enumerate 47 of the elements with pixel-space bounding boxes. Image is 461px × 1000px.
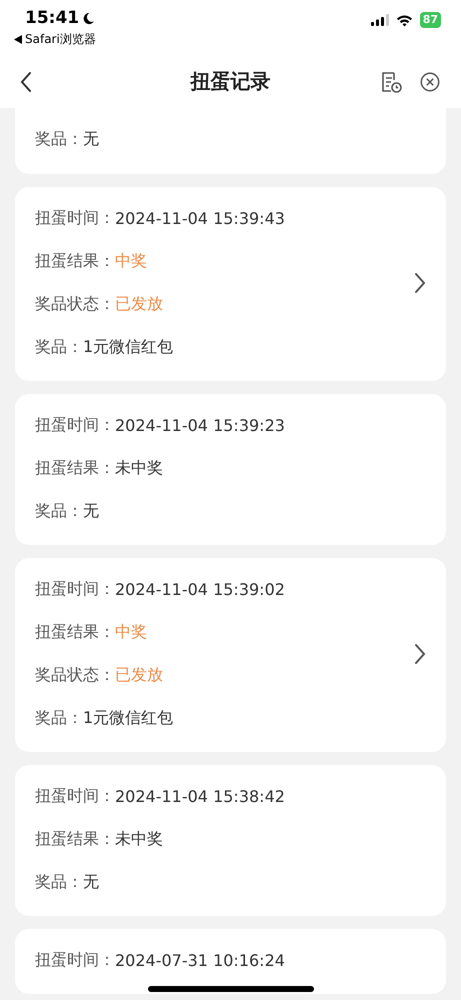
record-card[interactable]: 扭蛋时间：2024-11-04 15:39:02 扭蛋结果：中奖 奖品状态：已发放 奖品：1元微信红包 [15,558,446,752]
signal-icon [370,14,389,26]
wifi-icon [396,14,413,26]
back-icon[interactable] [20,70,32,92]
field-label: 奖品状态： [35,665,115,686]
field-value: 2024-11-04 15:39:02 [115,580,285,599]
field-value: 2024-07-31 10:16:24 [115,951,285,970]
field-label: 奖品： [35,501,83,522]
field-label: 奖品： [35,129,83,150]
field-label: 扭蛋时间： [35,579,115,600]
document-clock-icon[interactable] [379,70,403,94]
field-label: 奖品状态： [35,294,115,315]
chevron-right-icon[interactable] [414,272,426,294]
status-time: 15:41 [25,8,80,28]
field-value: 2024-11-04 15:39:23 [115,416,285,435]
field-value: 中奖 [115,622,147,643]
field-label: 扭蛋时间： [35,208,115,229]
field-label: 扭蛋时间： [35,415,115,436]
record-card[interactable]: 扭蛋时间：2024-11-04 15:39:43 扭蛋结果：中奖 奖品状态：已发放 奖品：1元微信红包 [15,187,446,381]
field-value: 已发放 [115,294,163,315]
field-value: 无 [83,501,99,522]
field-value: 无 [83,872,99,893]
battery-indicator: 87 [420,12,441,28]
chevron-right-icon[interactable] [414,643,426,665]
field-label: 扭蛋结果： [35,829,115,850]
field-value: 1元微信红包 [83,708,174,729]
field-value: 2024-11-04 15:39:43 [115,209,285,228]
field-value: 中奖 [115,251,147,272]
page-title: 扭蛋记录 [190,68,270,95]
field-value: 2024-11-04 15:38:42 [115,787,285,806]
close-icon[interactable] [419,70,441,92]
field-value: 已发放 [115,665,163,686]
back-to-app-link[interactable]: Safari浏览器 [14,31,96,48]
field-label: 奖品： [35,708,83,729]
field-label: 扭蛋结果： [35,622,115,643]
field-label: 奖品： [35,337,83,358]
field-label: 扭蛋结果： [35,251,115,272]
field-label: 扭蛋时间： [35,950,115,971]
field-value: 未中奖 [115,829,163,850]
field-value: 无 [83,129,99,150]
back-triangle-icon [14,35,22,44]
field-value: 1元微信红包 [83,337,174,358]
moon-icon [82,12,96,24]
field-label: 奖品： [35,872,83,893]
field-label: 扭蛋时间： [35,786,115,807]
field-value: 未中奖 [115,458,163,479]
field-label: 扭蛋结果： [35,458,115,479]
